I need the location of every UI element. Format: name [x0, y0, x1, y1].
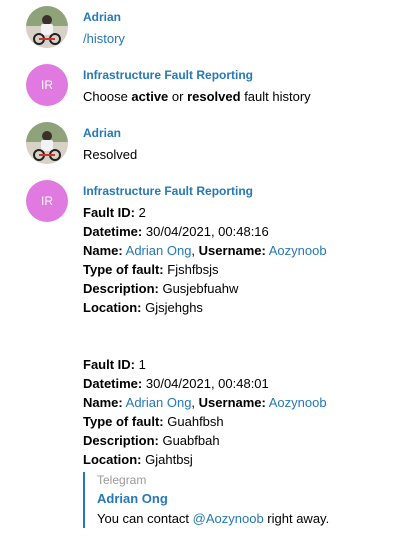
quote-text: You can contact @Aozynoob right away. — [97, 511, 329, 526]
value: 2 — [138, 205, 146, 220]
avatar[interactable]: IR — [26, 64, 68, 106]
command-link[interactable]: /history — [83, 31, 125, 46]
text: You can contact — [97, 511, 193, 526]
label: Datetime: — [83, 376, 143, 391]
avatar[interactable] — [26, 6, 68, 48]
label: Name: — [83, 243, 123, 258]
fault-type-line: Type of fault: Fjshfbsjs — [83, 262, 219, 277]
fault-type-line: Type of fault: Guahfbsh — [83, 414, 224, 429]
sender-name[interactable]: Adrian — [83, 10, 121, 24]
message-adrian-history: Adrian /history — [0, 0, 407, 60]
label: Username: — [198, 243, 266, 258]
label: Location: — [83, 300, 142, 315]
label: Description: — [83, 433, 159, 448]
fault-description-line: Description: Guabfbah — [83, 433, 220, 448]
fault-location-line: Location: Gjahtbsj — [83, 452, 193, 467]
fault-description-line: Description: Gusjebfuahw — [83, 281, 238, 296]
label: Type of fault: — [83, 414, 164, 429]
fault-location-line: Location: Gjsjehghs — [83, 300, 203, 315]
quote-bar — [83, 472, 85, 528]
username-link[interactable]: Aozynoob — [269, 243, 327, 258]
fault-name-line: Name: Adrian Ong, Username: Aozynoob — [83, 395, 327, 410]
fault-id-line: Fault ID: 1 — [83, 357, 146, 372]
message-bot-history: IR Infrastructure Fault Reporting Fault … — [0, 174, 407, 544]
label: Fault ID: — [83, 205, 135, 220]
fault-datetime-line: Datetime: 30/04/2021, 00:48:16 — [83, 224, 269, 239]
value: 1 — [138, 357, 146, 372]
label: Fault ID: — [83, 357, 135, 372]
value: 30/04/2021, 00:48:01 — [145, 376, 269, 391]
mention-link[interactable]: @Aozynoob — [193, 511, 264, 526]
bold-text: active — [131, 89, 169, 104]
label: Description: — [83, 281, 159, 296]
label: Name: — [83, 395, 123, 410]
value: Guabfbah — [162, 433, 220, 448]
label: Location: — [83, 452, 142, 467]
message-text: Choose active or resolved fault history — [83, 89, 311, 104]
avatar[interactable]: IR — [26, 180, 68, 222]
name-link[interactable]: Adrian Ong — [126, 243, 192, 258]
value: Gjahtbsj — [145, 452, 193, 467]
username-link[interactable]: Aozynoob — [269, 395, 327, 410]
value: Guahfbsh — [167, 414, 224, 429]
value: Gjsjehghs — [145, 300, 203, 315]
sender-name[interactable]: Infrastructure Fault Reporting — [83, 184, 253, 198]
text: or — [168, 89, 188, 104]
sender-name[interactable]: Infrastructure Fault Reporting — [83, 68, 253, 82]
quote-sender[interactable]: Adrian Ong — [97, 491, 168, 506]
text: fault history — [240, 89, 311, 104]
sender-name[interactable]: Adrian — [83, 126, 121, 140]
label: Datetime: — [83, 224, 143, 239]
text: Choose — [83, 89, 132, 104]
message-adrian-resolved: Adrian Resolved — [0, 116, 407, 174]
fault-name-line: Name: Adrian Ong, Username: Aozynoob — [83, 243, 327, 258]
message-text: Resolved — [83, 147, 138, 162]
fault-datetime-line: Datetime: 30/04/2021, 00:48:01 — [83, 376, 269, 391]
label: Type of fault: — [83, 262, 164, 277]
avatar[interactable] — [26, 122, 68, 164]
value: 30/04/2021, 00:48:16 — [145, 224, 269, 239]
message-bot-choose: IR Infrastructure Fault Reporting Choose… — [0, 60, 407, 116]
text: right away. — [263, 511, 330, 526]
name-link[interactable]: Adrian Ong — [126, 395, 192, 410]
value: Fjshfbsjs — [167, 262, 219, 277]
quote-title: Telegram — [97, 473, 147, 487]
fault-id-line: Fault ID: 2 — [83, 205, 146, 220]
label: Username: — [198, 395, 266, 410]
value: Gusjebfuahw — [162, 281, 239, 296]
bold-text: resolved — [187, 89, 241, 104]
